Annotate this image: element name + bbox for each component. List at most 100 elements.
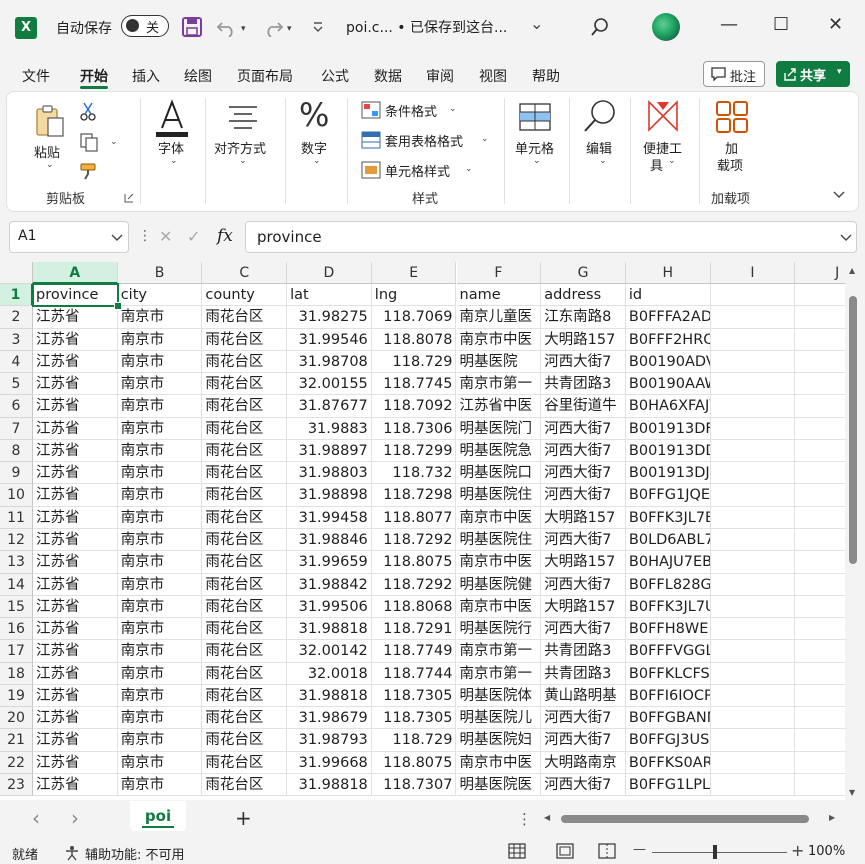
tab-review[interactable]: 审阅 bbox=[426, 66, 454, 86]
cell-b20[interactable]: 南京市 bbox=[117, 707, 203, 730]
cell-f17[interactable]: 南京市第一 bbox=[456, 640, 542, 663]
confirm-entry-icon[interactable]: ✓ bbox=[187, 227, 200, 246]
tab-help[interactable]: 帮助 bbox=[532, 66, 560, 86]
cell-a20[interactable]: 江苏省 bbox=[33, 707, 118, 730]
cell-g12[interactable]: 河西大街7 bbox=[541, 528, 626, 552]
cell-g17[interactable]: 共青团路3 bbox=[541, 640, 626, 663]
cell-c21[interactable]: 雨花台区 bbox=[202, 729, 288, 752]
cell-f16[interactable]: 明基医院行 bbox=[456, 618, 542, 641]
cell-b21[interactable]: 南京市 bbox=[117, 729, 203, 752]
cell-h22[interactable]: B0FFKS0ARR bbox=[625, 751, 711, 774]
cell-e8[interactable]: 118.7299 bbox=[371, 439, 457, 463]
cell-i12[interactable] bbox=[710, 528, 796, 552]
cell-h8[interactable]: B001913DD5 bbox=[625, 439, 711, 463]
cell-j21[interactable] bbox=[795, 729, 845, 752]
cell-g3[interactable]: 大明路157 bbox=[541, 328, 626, 351]
cell-a15[interactable]: 江苏省 bbox=[33, 595, 118, 619]
scroll-down-icon[interactable]: ▼ bbox=[849, 788, 855, 797]
cell-j3[interactable] bbox=[795, 329, 845, 351]
cancel-entry-icon[interactable]: ✕ bbox=[159, 227, 172, 246]
add-ins-icon[interactable] bbox=[715, 100, 749, 134]
cell-a9[interactable]: 江苏省 bbox=[33, 462, 118, 485]
cell-e17[interactable]: 118.7749 bbox=[371, 640, 457, 663]
cell-j19[interactable] bbox=[795, 685, 845, 708]
column-header-e[interactable]: E bbox=[371, 262, 457, 284]
quick-tools-label-line2[interactable]: 具 bbox=[650, 155, 663, 174]
cell-b12[interactable]: 南京市 bbox=[117, 528, 203, 552]
cell-c14[interactable]: 雨花台区 bbox=[202, 573, 288, 596]
cells-label[interactable]: 单元格 bbox=[515, 138, 554, 157]
cell-b2[interactable]: 南京市 bbox=[117, 306, 203, 329]
cell-b16[interactable]: 南京市 bbox=[117, 618, 203, 641]
cell-a2[interactable]: 江苏省 bbox=[33, 306, 118, 329]
cell-h2[interactable]: B0FFFA2ADC bbox=[625, 306, 711, 329]
cell-j14[interactable] bbox=[795, 574, 845, 596]
cell-d22[interactable]: 31.99668 bbox=[287, 751, 372, 774]
cell-i4[interactable] bbox=[710, 350, 796, 374]
cell-a18[interactable]: 江苏省 bbox=[33, 662, 118, 685]
cell-g16[interactable]: 河西大街7 bbox=[541, 618, 626, 641]
cell-i2[interactable] bbox=[710, 306, 796, 329]
scroll-up-icon[interactable]: ▲ bbox=[849, 266, 855, 275]
cell-g11[interactable]: 大明路157 bbox=[541, 506, 626, 529]
add-ins-label-line2[interactable]: 载项 bbox=[717, 155, 743, 174]
cell-d6[interactable]: 31.87677 bbox=[287, 395, 372, 418]
cell-c11[interactable]: 雨花台区 bbox=[202, 506, 288, 529]
cell-d19[interactable]: 31.98818 bbox=[287, 684, 372, 708]
row-header[interactable]: 7 bbox=[0, 417, 33, 440]
cell-d7[interactable]: 31.9883 bbox=[287, 417, 372, 440]
cell-i1[interactable] bbox=[710, 284, 796, 307]
row-header[interactable]: 5 bbox=[0, 373, 33, 396]
row-header[interactable]: 19 bbox=[0, 684, 33, 708]
cell-g4[interactable]: 河西大街7 bbox=[541, 350, 626, 374]
cell-i21[interactable] bbox=[710, 729, 796, 752]
tab-data[interactable]: 数据 bbox=[374, 66, 402, 86]
undo-dropdown-icon[interactable]: ▾ bbox=[241, 24, 246, 34]
tab-formulas[interactable]: 公式 bbox=[321, 66, 349, 86]
cell-f10[interactable]: 明基医院住 bbox=[456, 484, 542, 507]
cell-j23[interactable] bbox=[795, 774, 845, 797]
cell-c5[interactable]: 雨花台区 bbox=[202, 373, 288, 396]
format-painter-icon[interactable] bbox=[79, 162, 99, 180]
fill-handle[interactable] bbox=[113, 302, 122, 311]
cell-c2[interactable]: 雨花台区 bbox=[202, 306, 288, 329]
cell-c19[interactable]: 雨花台区 bbox=[202, 684, 288, 708]
cell-j17[interactable] bbox=[795, 640, 845, 663]
cell-i9[interactable] bbox=[710, 462, 796, 485]
row-header[interactable]: 6 bbox=[0, 395, 33, 418]
copy-dropdown-icon[interactable]: ⌄ bbox=[110, 137, 118, 147]
clipboard-launcher-icon[interactable] bbox=[124, 193, 134, 203]
expand-formula-icon[interactable] bbox=[840, 233, 852, 243]
cell-e4[interactable]: 118.729 bbox=[371, 350, 457, 374]
next-sheet-icon[interactable]: › bbox=[71, 806, 79, 830]
cell-d9[interactable]: 31.98803 bbox=[287, 462, 372, 485]
cell-h20[interactable]: B0FFGBANME bbox=[625, 707, 711, 730]
cell-h13[interactable]: B0HAJU7EB8 bbox=[625, 551, 711, 574]
cell-b1[interactable]: city bbox=[117, 284, 203, 307]
quick-tools-dropdown-icon[interactable]: ⌄ bbox=[668, 156, 676, 166]
cell-g8[interactable]: 河西大街7 bbox=[541, 439, 626, 463]
cell-g6[interactable]: 谷里街道牛 bbox=[541, 395, 626, 418]
column-header-i[interactable]: I bbox=[710, 262, 796, 284]
cell-e3[interactable]: 118.8078 bbox=[371, 328, 457, 351]
chevron-down-icon[interactable] bbox=[111, 233, 123, 243]
redo-icon[interactable] bbox=[262, 17, 284, 37]
page-layout-view-icon[interactable] bbox=[556, 843, 574, 859]
cell-f7[interactable]: 明基医院门 bbox=[456, 417, 542, 440]
cell-e7[interactable]: 118.7306 bbox=[371, 417, 457, 440]
cell-b8[interactable]: 南京市 bbox=[117, 439, 203, 463]
cell-b14[interactable]: 南京市 bbox=[117, 573, 203, 596]
align-icon[interactable] bbox=[227, 104, 259, 130]
row-header[interactable]: 18 bbox=[0, 662, 33, 685]
cell-h3[interactable]: B0FFF2HRQ1 bbox=[625, 328, 711, 351]
row-header[interactable]: 8 bbox=[0, 439, 33, 463]
cells-icon[interactable] bbox=[518, 102, 552, 132]
cell-b10[interactable]: 南京市 bbox=[117, 484, 203, 507]
cell-d1[interactable]: lat bbox=[287, 284, 372, 307]
accessibility-status[interactable]: 辅助功能: 不可用 bbox=[85, 844, 185, 863]
cell-i13[interactable] bbox=[710, 551, 796, 574]
row-header[interactable]: 14 bbox=[0, 573, 33, 596]
column-header-g[interactable]: G bbox=[541, 262, 626, 284]
cell-f14[interactable]: 明基医院健 bbox=[456, 573, 542, 596]
cell-c18[interactable]: 雨花台区 bbox=[202, 662, 288, 685]
